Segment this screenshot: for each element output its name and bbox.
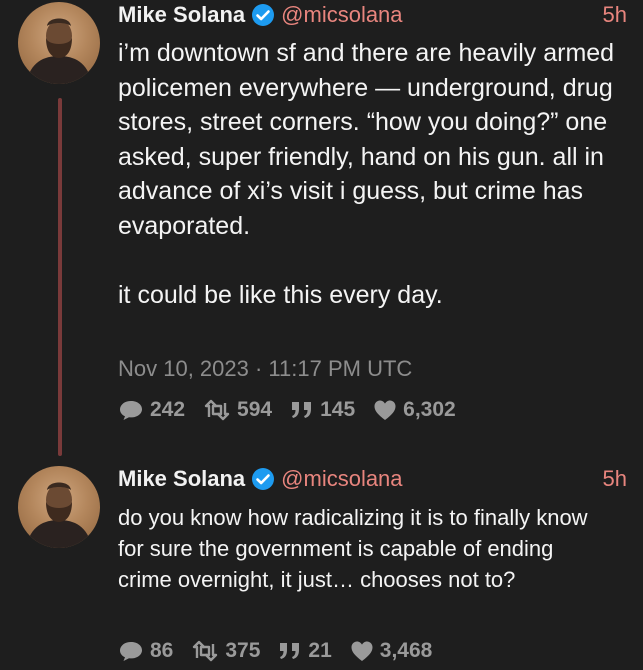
thread-line [58,98,62,456]
reply-icon [120,401,142,420]
like-stat[interactable]: 3,468 [350,639,433,663]
verified-icon [251,3,275,27]
retweet-stat[interactable]: 594 [203,398,272,422]
tweet-text: do you know how radicalizing it is to fi… [118,505,588,592]
reply-count: 242 [150,398,186,421]
reply-stat[interactable]: 86 [118,639,173,663]
retweet-icon [204,399,230,421]
tweet-stats: 86 375 21 3,468 [118,639,450,663]
tweet-date[interactable]: Nov 10, 2023 · 11:17 PM UTC [118,356,412,382]
retweet-count: 594 [237,398,273,421]
tweet-time[interactable]: 5h [603,466,627,492]
reply-count: 86 [150,639,174,662]
author-name[interactable]: Mike Solana [118,466,245,492]
tweet-time[interactable]: 5h [603,2,627,28]
heart-icon [374,400,396,420]
reply-icon [120,642,142,661]
like-count: 6,302 [403,398,456,421]
quote-icon [292,402,312,418]
quote-stat[interactable]: 145 [290,398,355,422]
quote-icon [280,643,300,659]
tweet-stats: 242 594 145 6,302 [118,398,474,422]
retweet-count: 375 [225,639,261,662]
author-handle[interactable]: @micsolana [281,2,402,28]
avatar[interactable] [18,466,100,548]
like-count: 3,468 [379,639,433,662]
heart-icon [351,641,373,661]
tweet-text: i’m downtown sf and there are heavily ar… [118,39,615,309]
author-name[interactable]: Mike Solana [118,2,245,28]
like-stat[interactable]: 6,302 [373,398,456,422]
avatar[interactable] [18,2,100,84]
retweet-stat[interactable]: 375 [191,639,260,663]
author-handle[interactable]: @micsolana [281,466,402,492]
quote-count: 145 [320,398,356,421]
retweet-icon [193,640,218,662]
quote-count: 21 [308,639,332,662]
quote-stat[interactable]: 21 [278,639,332,663]
verified-icon [251,467,275,491]
reply-stat[interactable]: 242 [118,398,185,422]
